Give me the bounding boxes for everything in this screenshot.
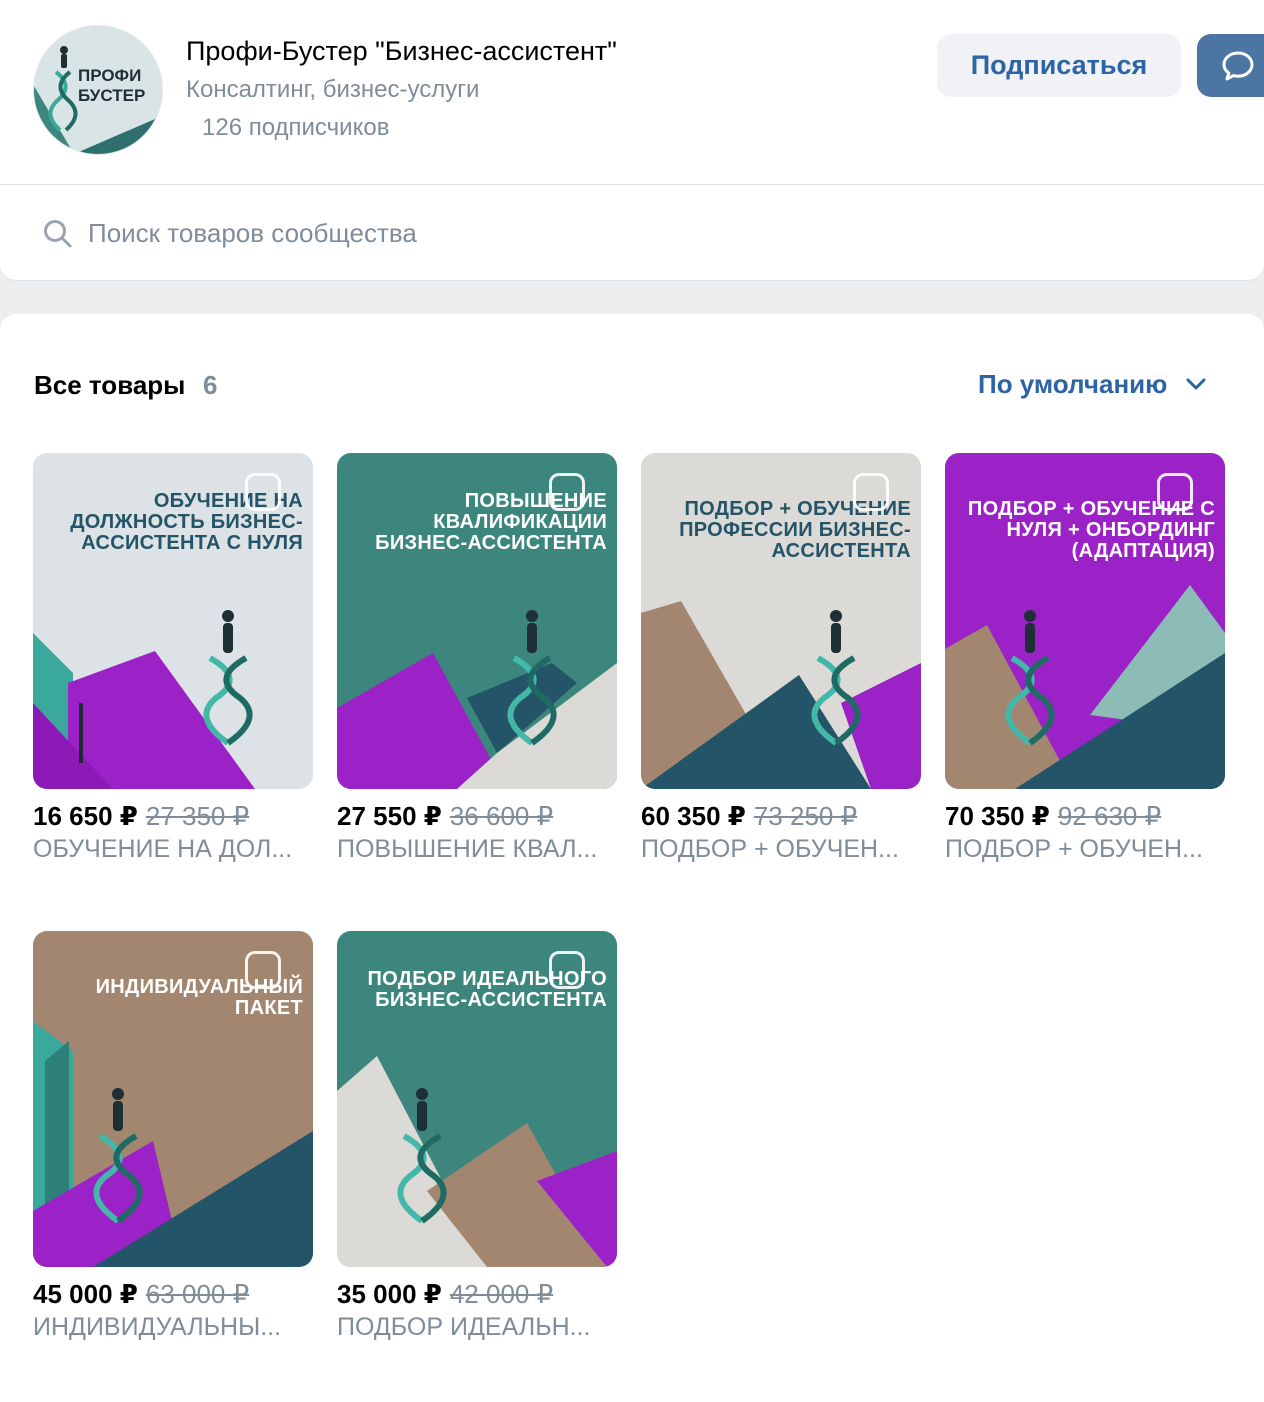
product-card[interactable]: ИНДИВИДУАЛЬНЫЙ ПАКЕТ 45 000 ₽63 000 ₽ ИН… <box>33 931 313 1342</box>
product-old-price: 73 250 ₽ <box>753 801 858 831</box>
product-search-bar <box>0 185 1264 280</box>
product-old-price: 63 000 ₽ <box>145 1279 250 1309</box>
product-price: 16 650 ₽ <box>33 801 138 831</box>
subscriber-count[interactable]: 126 подписчиков <box>202 114 389 142</box>
subscribe-button[interactable]: Подписаться <box>937 34 1181 97</box>
product-name[interactable]: ПОДБОР ИДЕАЛЬН... <box>337 1313 612 1342</box>
product-old-price: 92 630 ₽ <box>1057 801 1162 831</box>
product-name[interactable]: ПОДБОР + ОБУЧЕН... <box>945 835 1220 864</box>
bookmark-icon[interactable] <box>549 951 585 989</box>
chat-bubble-icon <box>1222 51 1254 81</box>
chevron-down-icon <box>1186 378 1206 390</box>
product-image[interactable]: ПОВЫШЕНИЕ КВАЛИФИКАЦИИ БИЗНЕС-АССИСТЕНТА <box>337 453 617 789</box>
product-image[interactable]: ПОДБОР ИДЕАЛЬНОГО БИЗНЕС-АССИСТЕНТА <box>337 931 617 1267</box>
all-products-title: Все товары <box>34 370 186 400</box>
sort-label: По умолчанию <box>978 368 1168 399</box>
bookmark-icon[interactable] <box>245 951 281 989</box>
community-title[interactable]: Профи-Бустер "Бизнес-ассистент" <box>186 36 617 67</box>
search-icon <box>44 220 72 248</box>
bookmark-icon[interactable] <box>245 473 281 511</box>
product-price: 60 350 ₽ <box>641 801 746 831</box>
bookmark-icon[interactable] <box>1157 473 1193 511</box>
product-image[interactable]: ИНДИВИДУАЛЬНЫЙ ПАКЕТ <box>33 931 313 1267</box>
dna-figure-icon <box>507 610 557 746</box>
product-price: 27 550 ₽ <box>337 801 442 831</box>
product-old-price: 42 000 ₽ <box>449 1279 554 1309</box>
product-card[interactable]: ПОДБОР ИДЕАЛЬНОГО БИЗНЕС-АССИСТЕНТА 35 0… <box>337 931 617 1342</box>
product-image[interactable]: ОБУЧЕНИЕ НА ДОЛЖНОСТЬ БИЗНЕС-АССИСТЕНТА … <box>33 453 313 789</box>
community-category: Консалтинг, бизнес-услуги <box>186 76 480 103</box>
product-price: 45 000 ₽ <box>33 1279 138 1309</box>
community-header: ПРОФИ БУСТЕР Профи-Бустер "Бизнес-ассист… <box>0 0 1264 185</box>
product-card[interactable]: ПОДБОР + ОБУЧЕНИЕ ПРОФЕССИИ БИЗНЕС-АССИС… <box>641 453 921 864</box>
message-button[interactable] <box>1197 34 1264 97</box>
product-name[interactable]: ПОДБОР + ОБУЧЕН... <box>641 835 916 864</box>
dna-figure-icon <box>1005 610 1055 746</box>
product-old-price: 27 350 ₽ <box>145 801 250 831</box>
products-count: 6 <box>203 370 218 400</box>
product-name[interactable]: ПОВЫШЕНИЕ КВАЛ... <box>337 835 612 864</box>
product-old-price: 36 600 ₽ <box>449 801 554 831</box>
dna-figure-icon <box>397 1088 447 1224</box>
dna-figure-icon <box>93 1088 143 1224</box>
product-name[interactable]: ОБУЧЕНИЕ НА ДОЛ... <box>33 835 308 864</box>
dna-figure-icon <box>811 610 861 746</box>
product-card[interactable]: ПОВЫШЕНИЕ КВАЛИФИКАЦИИ БИЗНЕС-АССИСТЕНТА… <box>337 453 617 864</box>
avatar-logo-text: ПРОФИ БУСТЕР <box>78 66 146 105</box>
product-image[interactable]: ПОДБОР + ОБУЧЕНИЕ ПРОФЕССИИ БИЗНЕС-АССИС… <box>641 453 921 789</box>
products-panel: Все товары 6 По умолчанию ОБУЧЕНИЕ НА ДО… <box>0 314 1264 1402</box>
community-avatar[interactable]: ПРОФИ БУСТЕР <box>33 25 163 155</box>
product-card[interactable]: ОБУЧЕНИЕ НА ДОЛЖНОСТЬ БИЗНЕС-АССИСТЕНТА … <box>33 453 313 864</box>
product-price: 35 000 ₽ <box>337 1279 442 1309</box>
product-image[interactable]: ПОДБОР + ОБУЧЕНИЕ С НУЛЯ + ОНБОРДИНГ (АД… <box>945 453 1225 789</box>
product-price: 70 350 ₽ <box>945 801 1050 831</box>
sort-dropdown[interactable]: По умолчанию <box>978 366 1207 402</box>
dna-figure-icon <box>203 610 253 746</box>
product-search-input[interactable] <box>86 209 990 257</box>
product-name[interactable]: ИНДИВИДУАЛЬНЫ... <box>33 1313 308 1342</box>
bookmark-icon[interactable] <box>549 473 585 511</box>
product-card[interactable]: ПОДБОР + ОБУЧЕНИЕ С НУЛЯ + ОНБОРДИНГ (АД… <box>945 453 1225 864</box>
bookmark-icon[interactable] <box>853 473 889 511</box>
